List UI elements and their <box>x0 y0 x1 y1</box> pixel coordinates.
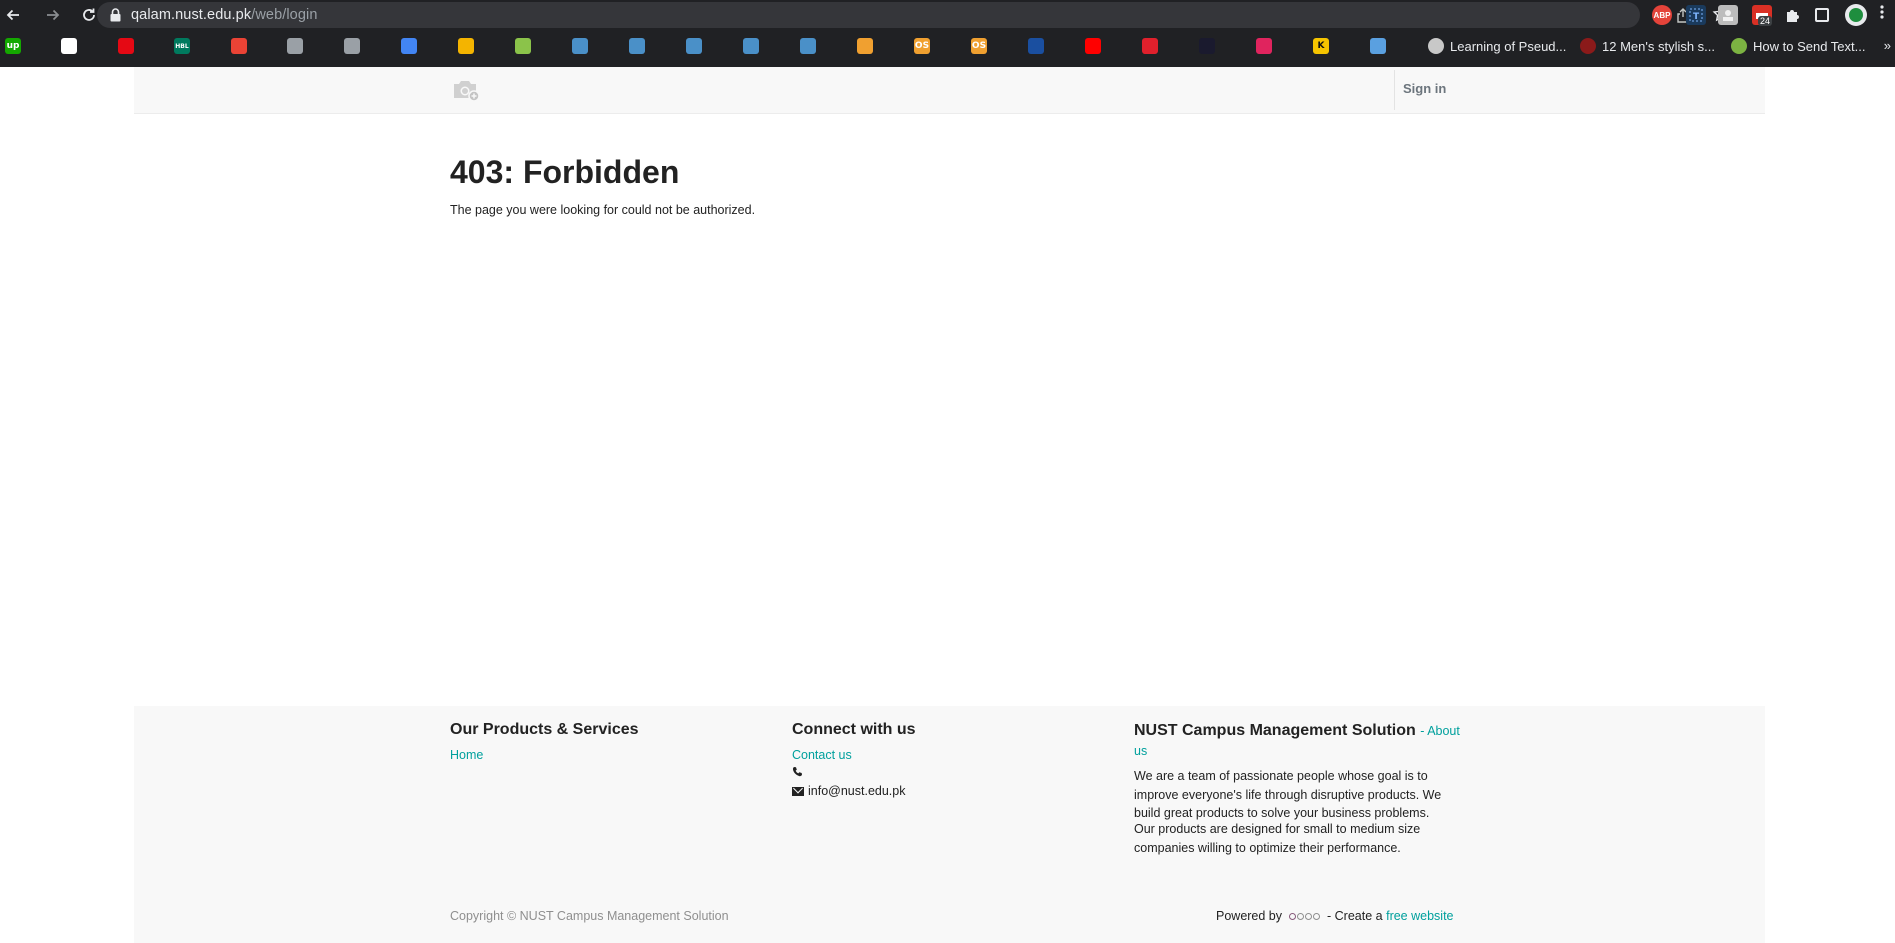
products-heading: Our Products & Services <box>450 721 639 738</box>
about-paragraph-1: We are a team of passionate people whose… <box>1134 769 1442 820</box>
svg-text:T: T <box>1693 12 1700 22</box>
copyright-text: Copyright © NUST Campus Management Solut… <box>450 909 729 923</box>
google-icon[interactable] <box>401 38 417 54</box>
bank-icon-2[interactable] <box>629 38 645 54</box>
calendar-badge: 24 <box>1758 16 1773 26</box>
camera-red-icon[interactable] <box>1256 38 1272 54</box>
globe-icon[interactable] <box>344 38 360 54</box>
pseudo-icon[interactable] <box>1428 38 1444 54</box>
chrome-menu-icon[interactable] <box>1880 4 1884 25</box>
netflix-icon[interactable] <box>118 38 134 54</box>
back-button[interactable] <box>0 2 26 28</box>
odoo-logo-icon[interactable] <box>1289 912 1321 920</box>
adblock-extension-icon[interactable]: ABP <box>1652 5 1672 25</box>
page-title: 403: Forbidden <box>450 154 680 190</box>
os-icon-2[interactable]: OS <box>914 38 930 54</box>
connect-heading: Connect with us <box>792 721 916 738</box>
photo-icon[interactable] <box>458 38 474 54</box>
site-footer: Our Products & Services Home Connect wit… <box>134 706 1765 943</box>
arrow-right-icon <box>47 9 60 21</box>
side-panel-icon[interactable] <box>1815 8 1829 22</box>
question-icon[interactable] <box>1142 38 1158 54</box>
bank-icon-5[interactable] <box>800 38 816 54</box>
stylish-icon[interactable] <box>1580 38 1596 54</box>
arrow-left-icon <box>6 9 19 21</box>
ocr-extension-icon[interactable]: T <box>1686 5 1706 25</box>
leaf-icon[interactable] <box>515 38 531 54</box>
site-header: Sign in <box>134 67 1765 114</box>
email-address[interactable]: info@nust.edu.pk <box>808 784 905 798</box>
home-link[interactable]: Home <box>450 748 483 762</box>
slash-icon[interactable] <box>61 38 77 54</box>
os-icon-3[interactable]: OS <box>971 38 987 54</box>
email-row: info@nust.edu.pk <box>792 784 905 798</box>
camera-logo-icon[interactable] <box>452 78 480 102</box>
k-icon[interactable]: K <box>1313 38 1329 54</box>
bookmark-label[interactable]: Learning of Pseud... <box>1450 39 1566 54</box>
url-path: /web/login <box>251 7 318 23</box>
tile-icon[interactable] <box>1370 38 1386 54</box>
browser-toolbar: qalam.nust.edu.pk/web/login ABP T 24 <box>0 0 1895 30</box>
about-heading: NUST Campus Management Solution - About … <box>1134 721 1464 761</box>
lock-icon <box>109 8 121 22</box>
upwork-icon[interactable]: up <box>5 38 21 54</box>
free-website-link[interactable]: free website <box>1386 909 1453 923</box>
web-page: Sign in 403: Forbidden The page you were… <box>0 67 1895 943</box>
url-host: qalam.nust.edu.pk <box>131 7 252 23</box>
hbl-icon[interactable]: HBL <box>174 38 190 54</box>
powered-by-row: Powered by - Create a free website <box>1216 909 1454 923</box>
bookmark-label[interactable]: How to Send Text... <box>1753 39 1866 54</box>
lambda-icon[interactable] <box>1199 38 1215 54</box>
extensions-puzzle-icon[interactable] <box>1782 5 1802 25</box>
error-message: The page you were looking for could not … <box>450 203 756 217</box>
nust-icon[interactable] <box>1028 38 1044 54</box>
gray-extension-icon[interactable] <box>1718 5 1738 25</box>
address-bar[interactable]: qalam.nust.edu.pk/web/login <box>97 2 1730 28</box>
os-icon-1[interactable] <box>857 38 873 54</box>
powered-by-label: Powered by <box>1216 909 1283 923</box>
phone-icon <box>792 766 803 780</box>
bank-icon-4[interactable] <box>743 38 759 54</box>
contact-us-link[interactable]: Contact us <box>792 748 852 762</box>
bookmarks-bar: up HBL OS OS K Learning of Pseud... 12 Men's s… <box>0 34 1895 60</box>
profile-avatar[interactable] <box>1845 4 1867 26</box>
create-text: - Create a <box>1327 909 1383 923</box>
youtube-icon[interactable] <box>1085 38 1101 54</box>
leaf-green-icon[interactable] <box>1731 38 1747 54</box>
url-text[interactable]: qalam.nust.edu.pk/web/login <box>131 7 318 23</box>
bookmark-label[interactable]: 12 Men's stylish s... <box>1602 39 1715 54</box>
reload-icon <box>83 8 95 21</box>
envelope-icon <box>792 786 804 796</box>
bank-icon-3[interactable] <box>686 38 702 54</box>
frame-icon[interactable] <box>287 38 303 54</box>
about-paragraph-2: Our products are designed for small to m… <box>1134 822 1421 855</box>
bank-icon-1[interactable] <box>572 38 588 54</box>
forward-button[interactable] <box>40 2 66 28</box>
gmail-icon[interactable] <box>231 38 247 54</box>
browser-chrome: qalam.nust.edu.pk/web/login ABP T 24 up H… <box>0 0 1895 67</box>
about-heading-text: NUST Campus Management Solution <box>1134 722 1416 739</box>
sign-in-link[interactable]: Sign in <box>1403 81 1446 96</box>
more-bookmarks-icon[interactable]: » <box>1884 38 1891 53</box>
header-divider <box>1394 70 1395 110</box>
